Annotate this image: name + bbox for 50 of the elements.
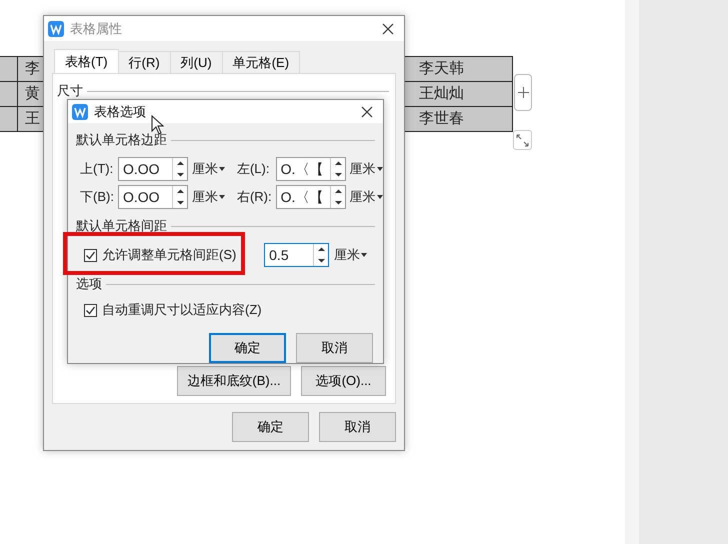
tab[interactable]: 表格(T) xyxy=(54,49,119,73)
number-field[interactable]: O.〈【 xyxy=(276,185,346,209)
cancel-button[interactable]: 取消 xyxy=(319,412,396,442)
resize-icon[interactable] xyxy=(516,134,529,146)
unit-dropdown[interactable]: 厘米 xyxy=(350,160,376,178)
table-cell: 李天韩 xyxy=(412,57,513,82)
unit-dropdown[interactable]: 厘米 xyxy=(350,188,376,206)
checkbox-label[interactable]: 允许调整单元格间距(S) xyxy=(102,246,260,264)
number-field[interactable]: O.OO xyxy=(118,157,188,181)
unit-dropdown[interactable]: 厘米 xyxy=(334,246,360,264)
window-title: 表格属性 xyxy=(70,20,123,38)
field-label: 下(B): xyxy=(80,188,114,206)
add-column-button[interactable] xyxy=(514,74,532,111)
tab[interactable]: 行(R) xyxy=(118,51,171,73)
caret-icon[interactable] xyxy=(376,195,383,199)
app-logo-icon xyxy=(48,20,64,36)
number-field[interactable]: 0.5 xyxy=(264,243,329,267)
close-icon[interactable] xyxy=(382,22,394,34)
ok-button[interactable]: 确定 xyxy=(209,333,286,363)
table-cell: 李世春 xyxy=(412,107,513,132)
number-field[interactable]: O.OO xyxy=(118,185,188,209)
window-title: 表格选项 xyxy=(94,102,147,120)
section-label: 默认单元格边距 xyxy=(76,131,167,149)
field-label: 左(L): xyxy=(236,160,270,178)
section-label: 选项 xyxy=(76,275,102,293)
tab[interactable]: 单元格(E) xyxy=(222,51,300,73)
field-label: 上(T): xyxy=(80,160,114,178)
options-button[interactable]: 选项(O)... xyxy=(301,366,386,396)
unit-dropdown[interactable]: 厘米 xyxy=(192,188,218,206)
ok-button[interactable]: 确定 xyxy=(232,412,309,442)
close-icon[interactable] xyxy=(361,106,373,118)
section-label: 尺寸 xyxy=(57,82,83,100)
unit-dropdown[interactable]: 厘米 xyxy=(192,160,218,178)
cancel-button[interactable]: 取消 xyxy=(296,333,373,363)
caret-icon[interactable] xyxy=(218,195,225,199)
checkbox[interactable] xyxy=(84,304,97,316)
field-label: 右(R): xyxy=(236,188,272,206)
caret-icon[interactable] xyxy=(218,167,225,171)
borders-button[interactable]: 边框和底纹(B)... xyxy=(177,366,291,396)
checkbox-label[interactable]: 自动重调尺寸以适应内容(Z) xyxy=(102,301,262,319)
app-logo-icon xyxy=(72,104,88,120)
section-label: 默认单元格间距 xyxy=(76,217,167,235)
resize-handle[interactable] xyxy=(513,130,532,150)
table-cell: 王灿灿 xyxy=(412,82,513,107)
caret-icon[interactable] xyxy=(361,253,367,257)
plus-icon[interactable] xyxy=(518,87,528,98)
tab[interactable]: 列(U) xyxy=(170,51,223,73)
caret-icon[interactable] xyxy=(376,167,383,171)
number-field[interactable]: O.〈【 xyxy=(276,157,346,181)
checkbox[interactable] xyxy=(84,248,97,262)
